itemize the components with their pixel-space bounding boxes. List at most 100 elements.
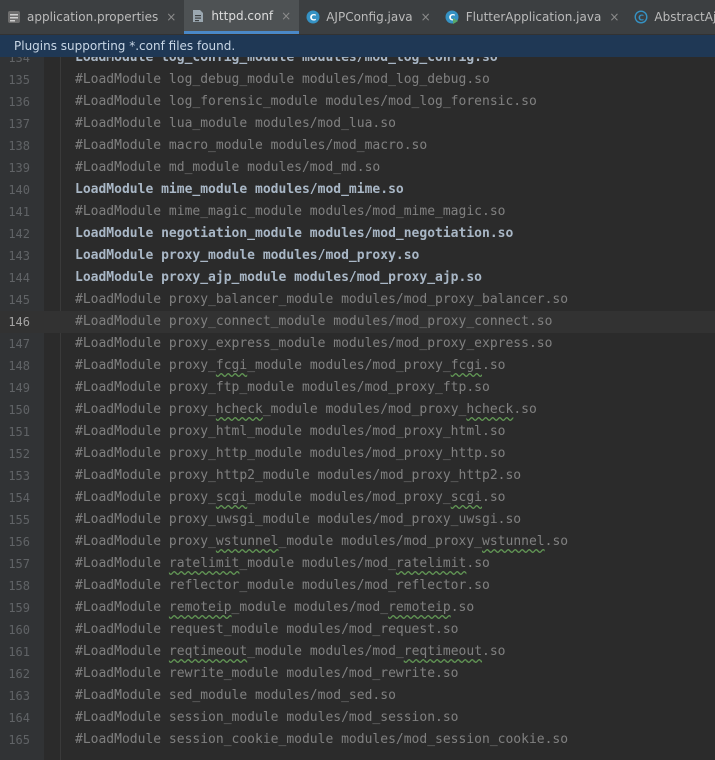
line-number: 137 [8,117,30,131]
line-number: 148 [8,359,30,373]
code-text: #LoadModule macro_module modules/mod_mac… [75,138,428,153]
line-number: 141 [8,205,30,219]
tab-application-properties[interactable]: application.properties × [0,0,184,34]
code-text: #LoadModule ratelimit_module modules/mod… [75,556,490,571]
code-line[interactable]: 145 #LoadModule proxy_balancer_module mod… [0,289,715,311]
line-number: 138 [8,139,30,153]
code-line[interactable]: 159 #LoadModule remoteip_module modules/m… [0,597,715,619]
line-number: 140 [8,183,30,197]
close-icon[interactable]: × [421,10,431,24]
code-text: #LoadModule proxy_http2_module modules/m… [75,468,522,483]
code-text: #LoadModule md_module modules/mod_md.so [75,160,381,175]
code-text: #LoadModule proxy_scgi_module modules/mo… [75,490,506,505]
line-number: 152 [8,447,30,461]
code-text: LoadModule proxy_module modules/mod_prox… [75,248,420,263]
tab-flutterapplication-java[interactable]: C FlutterApplication.java × [439,0,628,34]
code-text: #LoadModule proxy_uwsgi_module modules/m… [75,512,522,527]
code-text: #LoadModule lua_module modules/mod_lua.s… [75,116,396,131]
tab-label: AJPConfig.java [326,10,413,24]
code-text: #LoadModule request_module modules/mod_r… [75,622,459,637]
code-line[interactable]: 136 #LoadModule log_forensic_module modul… [0,91,715,113]
line-number: 150 [8,403,30,417]
close-icon[interactable]: × [166,10,176,24]
code-line[interactable]: 164 #LoadModule session_module modules/mo… [0,707,715,729]
code-line[interactable]: 155 #LoadModule proxy_uwsgi_module module… [0,509,715,531]
line-number: 143 [8,249,30,263]
code-lines: 134 LoadModule log_config_module modules/… [0,57,715,751]
code-text: #LoadModule sed_module modules/mod_sed.s… [75,688,396,703]
line-number: 157 [8,557,30,571]
tab-label: httpd.conf [211,8,274,23]
tab-label: application.properties [27,10,159,24]
code-line[interactable]: 146 #LoadModule proxy_connect_module modu… [0,311,715,333]
line-number: 158 [8,579,30,593]
text-file-icon [190,8,205,23]
line-number: 142 [8,227,30,241]
close-icon[interactable]: × [609,10,619,24]
properties-file-icon [6,10,21,25]
java-abstract-class-icon: C [633,10,648,25]
code-line[interactable]: 162 #LoadModule rewrite_module modules/mo… [0,663,715,685]
line-number: 144 [8,271,30,285]
line-number: 155 [8,513,30,527]
code-line[interactable]: 142 LoadModule negotiation_module modules… [0,223,715,245]
code-line[interactable]: 143 LoadModule proxy_module modules/mod_p… [0,245,715,267]
code-editor[interactable]: 134 LoadModule log_config_module modules/… [0,57,715,760]
code-line[interactable]: 154 #LoadModule proxy_scgi_module modules… [0,487,715,509]
code-line[interactable]: 152 #LoadModule proxy_http_module modules… [0,443,715,465]
line-number: 161 [8,645,30,659]
code-line[interactable]: 165 #LoadModule session_cookie_module mod… [0,729,715,751]
svg-text:C: C [309,14,316,24]
code-text: #LoadModule log_debug_module modules/mod… [75,72,490,87]
code-text: #LoadModule reqtimeout_module modules/mo… [75,644,506,659]
plugin-suggestion-banner[interactable]: Plugins supporting *.conf files found. [0,35,715,57]
code-line[interactable]: 134 LoadModule log_config_module modules/… [0,57,715,69]
code-text: #LoadModule proxy_balancer_module module… [75,292,569,307]
code-text: #LoadModule session_module modules/mod_s… [75,710,459,725]
line-number: 162 [8,667,30,681]
code-line[interactable]: 156 #LoadModule proxy_wstunnel_module mod… [0,531,715,553]
line-number: 151 [8,425,30,439]
line-number: 165 [8,733,30,747]
svg-text:C: C [638,13,644,22]
code-line[interactable]: 157 #LoadModule ratelimit_module modules/… [0,553,715,575]
tab-ajpconfig-java[interactable]: C AJPConfig.java × [299,0,439,34]
code-text: #LoadModule reflector_module modules/mod… [75,578,490,593]
line-number: 160 [8,623,30,637]
code-line[interactable]: 163 #LoadModule sed_module modules/mod_se… [0,685,715,707]
code-line[interactable]: 153 #LoadModule proxy_http2_module module… [0,465,715,487]
code-text: #LoadModule mime_magic_module modules/mo… [75,204,506,219]
code-line[interactable]: 149 #LoadModule proxy_ftp_module modules/… [0,377,715,399]
editor-tab-bar: application.properties × httpd.conf × C AJPCo… [0,0,715,35]
code-line[interactable]: 140 LoadModule mime_module modules/mod_mi… [0,179,715,201]
code-line[interactable]: 160 #LoadModule request_module modules/mo… [0,619,715,641]
code-line[interactable]: 137 #LoadModule lua_module modules/mod_lu… [0,113,715,135]
tab-abstractajpprotocol-java[interactable]: C AbstractAjpProtocol.java [627,0,715,34]
code-text: #LoadModule proxy_express_module modules… [75,336,553,351]
code-text: #LoadModule proxy_connect_module modules… [75,314,553,329]
line-number: 163 [8,689,30,703]
code-line[interactable]: 138 #LoadModule macro_module modules/mod_… [0,135,715,157]
line-number: 156 [8,535,30,549]
code-line[interactable]: 148 #LoadModule proxy_fcgi_module modules… [0,355,715,377]
banner-message: Plugins supporting *.conf files found. [14,39,236,53]
java-run-class-icon: C [445,10,460,25]
code-line[interactable]: 141 #LoadModule mime_magic_module modules… [0,201,715,223]
tab-httpd-conf[interactable]: httpd.conf × [184,0,300,34]
code-text: #LoadModule session_cookie_module module… [75,732,569,747]
code-text: LoadModule negotiation_module modules/mo… [75,226,514,241]
code-line[interactable]: 158 #LoadModule reflector_module modules/… [0,575,715,597]
code-line[interactable]: 144 LoadModule proxy_ajp_module modules/m… [0,267,715,289]
code-line[interactable]: 139 #LoadModule md_module modules/mod_md.… [0,157,715,179]
code-line[interactable]: 161 #LoadModule reqtimeout_module modules… [0,641,715,663]
tab-label: AbstractAjpProtocol.java [654,10,715,24]
code-line[interactable]: 147 #LoadModule proxy_express_module modu… [0,333,715,355]
tab-label: FlutterApplication.java [465,10,602,24]
line-number: 147 [8,337,30,351]
code-line[interactable]: 135 #LoadModule log_debug_module modules/… [0,69,715,91]
close-icon[interactable]: × [281,9,291,23]
code-line[interactable]: 151 #LoadModule proxy_html_module modules… [0,421,715,443]
code-text: #LoadModule proxy_hcheck_module modules/… [75,402,537,417]
code-text: #LoadModule remoteip_module modules/mod_… [75,600,475,615]
code-line[interactable]: 150 #LoadModule proxy_hcheck_module modul… [0,399,715,421]
